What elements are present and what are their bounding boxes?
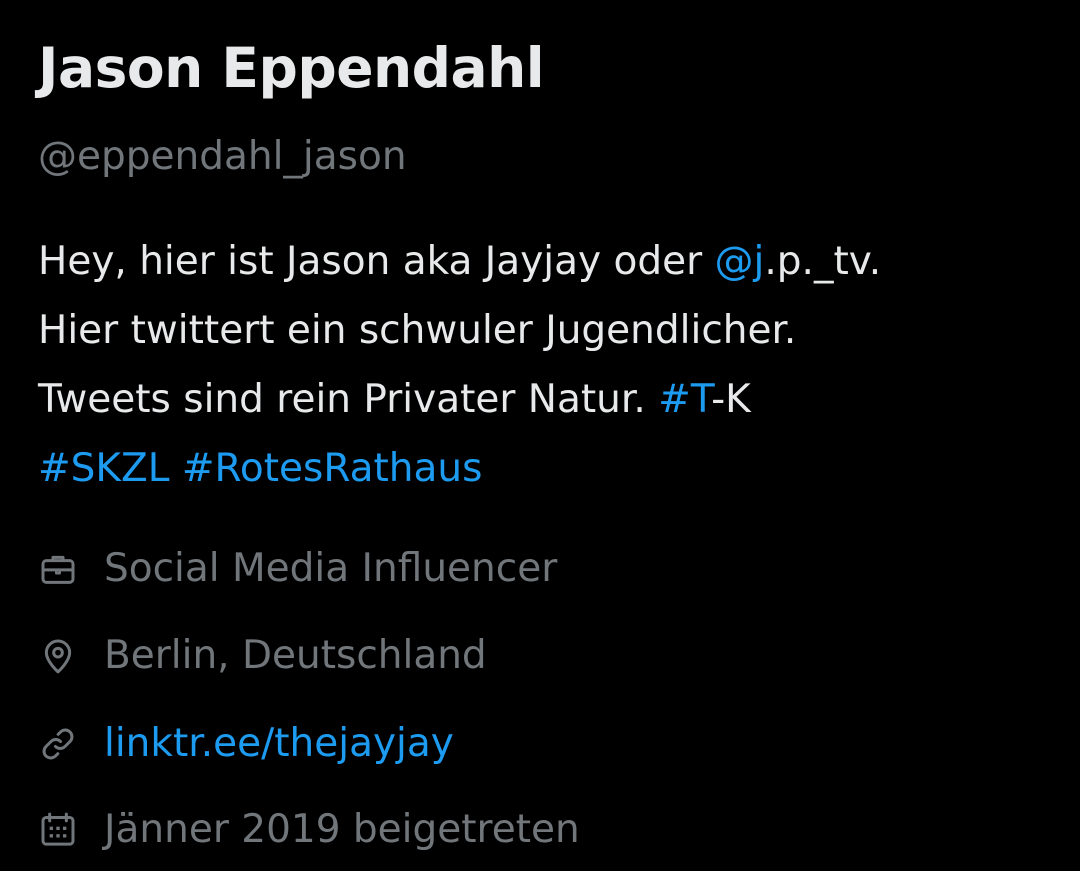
hashtag-link[interactable]: #T	[658, 377, 711, 422]
bio-text: .p._tv.	[764, 239, 882, 284]
bio-line-4: #SKZL #RotesRathaus	[38, 434, 1068, 503]
website-link[interactable]: linktr.ee/thejayjay	[104, 714, 454, 774]
hashtag-link[interactable]: #SKZL	[38, 446, 169, 491]
profile-bio: Hey, hier ist Jason aka Jayjay oder @j.p…	[38, 227, 1068, 503]
display-name: Jason Eppendahl	[38, 36, 545, 100]
bio-text: Hey, hier ist Jason aka Jayjay oder	[38, 239, 715, 284]
hashtag-link[interactable]: #RotesRathaus	[182, 446, 483, 491]
location-pin-icon	[38, 636, 78, 676]
joined-text: Jänner 2019 beigetreten	[104, 807, 580, 852]
profile-profession: Social Media Influencer	[38, 539, 557, 599]
mention-link[interactable]: @j	[715, 239, 765, 284]
bio-line-2: Hier twittert ein schwuler Jugendlicher.	[38, 308, 797, 353]
profile-location: Berlin, Deutschland	[38, 626, 487, 686]
location-text: Berlin, Deutschland	[104, 633, 487, 678]
link-icon	[38, 724, 78, 764]
bio-line-3: Tweets sind rein Privater Natur. #T-K	[38, 365, 1068, 434]
bio-line-1: Hey, hier ist Jason aka Jayjay oder @j.p…	[38, 227, 1068, 296]
bio-text: Tweets sind rein Privater Natur.	[38, 377, 659, 422]
profile-website[interactable]: linktr.ee/thejayjay	[38, 714, 454, 774]
profile-handle: @eppendahl_jason	[38, 134, 407, 179]
bio-text: -K	[711, 377, 751, 422]
profile-joined: Jänner 2019 beigetreten	[38, 800, 580, 860]
briefcase-icon	[38, 549, 78, 589]
profession-text: Social Media Influencer	[104, 546, 558, 591]
calendar-icon	[38, 810, 78, 850]
